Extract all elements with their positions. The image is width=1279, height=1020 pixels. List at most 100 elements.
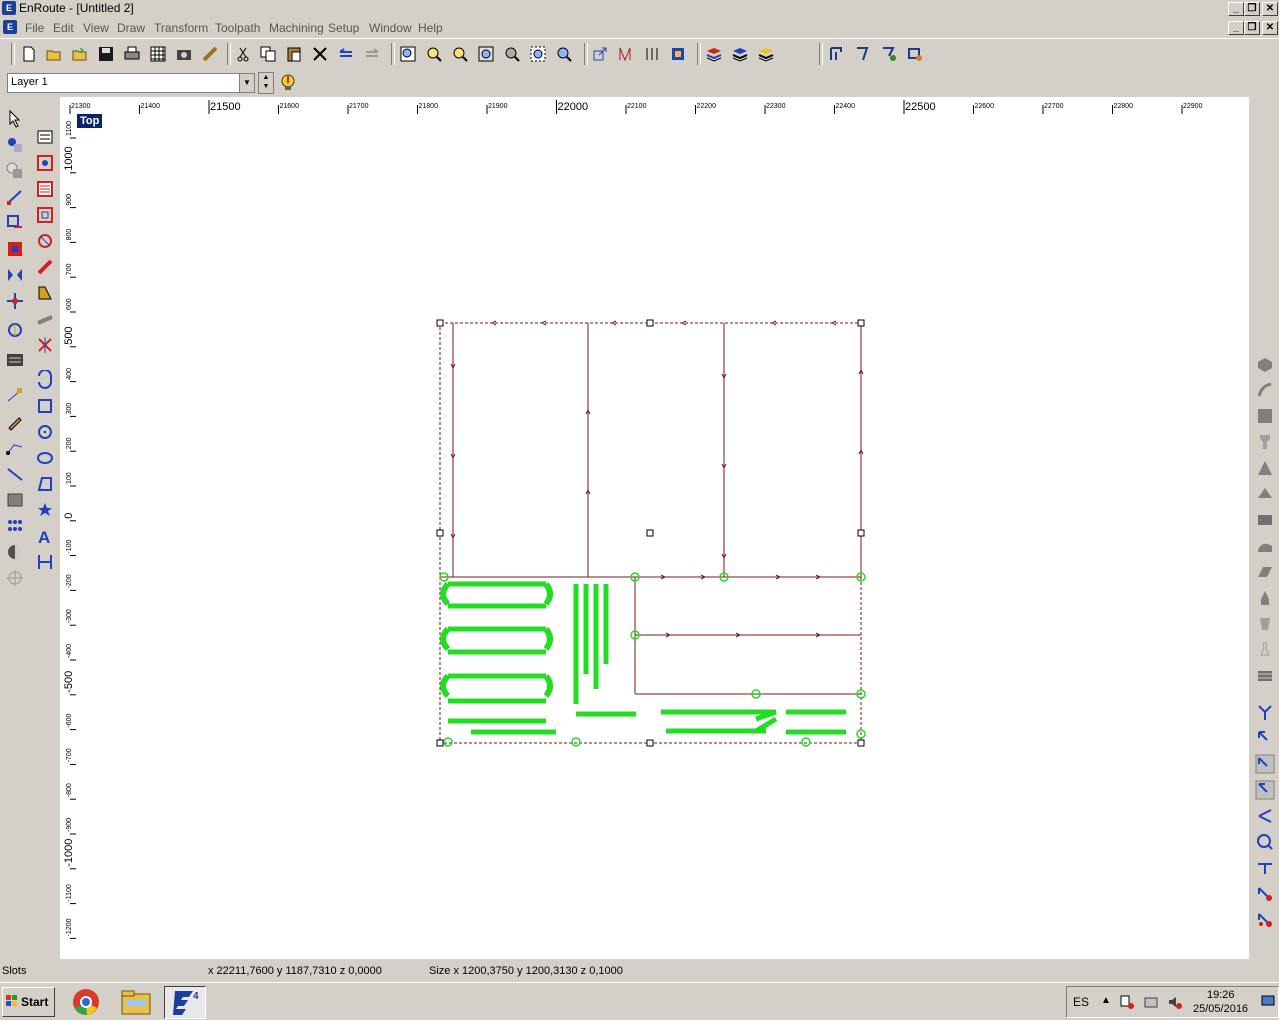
drill-toolpath-icon[interactable] <box>35 231 55 251</box>
fill-toolpath-icon[interactable] <box>35 179 55 199</box>
clock-time[interactable]: 19:26 <box>1207 989 1235 1001</box>
mdi-close-button[interactable]: ✕ <box>1262 21 1278 35</box>
select-arrow-icon[interactable] <box>5 108 25 128</box>
ellipse-icon[interactable] <box>35 448 55 468</box>
node-arrow-2-icon[interactable] <box>1255 728 1275 748</box>
menu-view[interactable]: View <box>83 21 109 35</box>
clock-date[interactable]: 25/05/2016 <box>1193 1003 1248 1015</box>
zoom-fit-icon[interactable] <box>477 45 495 63</box>
dimension-icon[interactable] <box>35 552 55 572</box>
menu-file[interactable]: File <box>25 21 44 35</box>
chevron-down-icon[interactable]: ▼ <box>239 74 254 92</box>
polygon-icon[interactable] <box>35 474 55 494</box>
circle-icon[interactable] <box>35 422 55 442</box>
text-tool-icon[interactable]: A <box>35 526 55 546</box>
menu-setup[interactable]: Setup <box>328 21 359 35</box>
node-edit-icon[interactable] <box>5 135 25 155</box>
mdi-minimize-button[interactable]: _ <box>1228 21 1244 35</box>
action-center-icon[interactable] <box>1119 994 1135 1010</box>
view-render-icon[interactable] <box>669 45 687 63</box>
menu-draw[interactable]: Draw <box>117 21 145 35</box>
mirror-icon[interactable] <box>5 265 25 285</box>
layer-stack-3-icon[interactable] <box>757 45 775 63</box>
inlay-icon[interactable] <box>35 153 55 173</box>
combine-icon[interactable] <box>5 161 25 181</box>
solid-drape-icon[interactable] <box>1255 380 1275 400</box>
grid-icon[interactable] <box>149 45 167 63</box>
menu-window[interactable]: Window <box>369 21 412 35</box>
drawing-canvas[interactable] <box>76 114 1249 959</box>
network-icon[interactable] <box>1143 994 1159 1010</box>
new-icon[interactable] <box>20 45 38 63</box>
solid-pyramid-icon[interactable] <box>1255 458 1275 478</box>
redo-icon[interactable] <box>363 45 381 63</box>
zoom-select-icon[interactable] <box>399 45 417 63</box>
zoom-in-icon[interactable] <box>425 45 443 63</box>
solid-vase-icon[interactable] <box>1255 640 1275 660</box>
paste-icon[interactable] <box>285 45 303 63</box>
chrome-icon[interactable] <box>66 986 106 1017</box>
rectangle-icon[interactable] <box>35 396 55 416</box>
bevel-icon[interactable] <box>35 283 55 303</box>
node-arrow-7-icon[interactable] <box>1255 858 1275 878</box>
measure-icon[interactable] <box>201 45 219 63</box>
solid-bulge-icon[interactable] <box>1255 562 1275 582</box>
camera-icon[interactable] <box>175 45 193 63</box>
solid-cone-icon[interactable] <box>1255 588 1275 608</box>
cancel-toolpath-icon[interactable] <box>35 335 55 355</box>
layer-bulb-icon[interactable] <box>278 72 298 92</box>
node-arrow-6-icon[interactable] <box>1255 832 1275 852</box>
zoom-all-icon[interactable] <box>529 45 547 63</box>
view-layers-icon[interactable] <box>643 45 661 63</box>
solid-block-icon[interactable] <box>1255 406 1275 426</box>
zoom-out-icon[interactable] <box>451 45 469 63</box>
cut-icon[interactable] <box>234 45 252 63</box>
menu-machining[interactable]: Machining <box>269 21 324 35</box>
star-icon[interactable] <box>35 500 55 520</box>
target-icon[interactable] <box>5 568 25 588</box>
weld-icon[interactable] <box>5 350 25 370</box>
node-arrow-8-icon[interactable] <box>1255 884 1275 904</box>
machine-4-icon[interactable] <box>906 45 924 63</box>
pencil-icon[interactable] <box>5 412 25 432</box>
scale-icon[interactable] <box>5 239 25 259</box>
solid-revolve-icon[interactable] <box>1255 432 1275 452</box>
enroute-icon[interactable]: 4 <box>164 986 206 1019</box>
print-icon[interactable] <box>123 45 141 63</box>
node-arrow-1-icon[interactable] <box>1255 702 1275 722</box>
undo-icon[interactable] <box>337 45 355 63</box>
layer-select[interactable]: Layer 1 ▼ <box>7 73 255 93</box>
mdi-restore-button[interactable]: ❐ <box>1244 21 1260 35</box>
outline-toolpath-icon[interactable] <box>35 205 55 225</box>
chevron-up-icon[interactable]: ▲ <box>1101 995 1111 1006</box>
menu-transform[interactable]: Transform <box>154 21 208 35</box>
menu-toolpath[interactable]: Toolpath <box>215 21 260 35</box>
slot-toolpath-icon[interactable] <box>35 257 55 277</box>
node-arrow-4-icon[interactable] <box>1255 780 1275 800</box>
bezier-node-icon[interactable] <box>5 386 25 406</box>
text-frame-icon[interactable] <box>35 127 55 147</box>
save-icon[interactable] <box>97 45 115 63</box>
offset-icon[interactable] <box>5 320 25 340</box>
node-arrow-5-icon[interactable] <box>1255 806 1275 826</box>
toolpath-group[interactable] <box>436 319 865 747</box>
copy-icon[interactable] <box>259 45 277 63</box>
zoom-previous-icon[interactable] <box>555 45 573 63</box>
layer-spinner[interactable]: ▲ ▼ <box>258 72 274 94</box>
machine-1-icon[interactable] <box>828 45 846 63</box>
language-indicator[interactable]: ES <box>1073 995 1089 1009</box>
machine-2-icon[interactable] <box>854 45 872 63</box>
node-arrow-3-icon[interactable] <box>1255 754 1275 774</box>
solid-texture-icon[interactable] <box>1255 666 1275 686</box>
move-icon[interactable] <box>5 187 25 207</box>
open-folder-icon[interactable] <box>71 45 89 63</box>
array-icon[interactable] <box>5 291 25 311</box>
grid-array-icon[interactable] <box>5 516 25 536</box>
menu-edit[interactable]: Edit <box>53 21 74 35</box>
menu-help[interactable]: Help <box>418 21 443 35</box>
solid-dome-icon[interactable] <box>1255 484 1275 504</box>
layer-stack-2-icon[interactable] <box>731 45 749 63</box>
node-arrow-9-icon[interactable] <box>1255 910 1275 930</box>
view-toolpath-icon[interactable] <box>617 45 635 63</box>
zoom-window-icon[interactable] <box>503 45 521 63</box>
